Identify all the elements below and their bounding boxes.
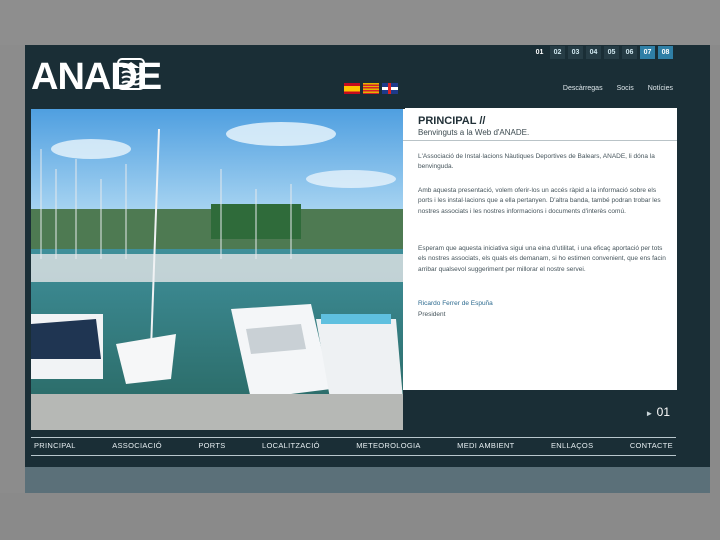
page-link-07[interactable]: 07 (640, 46, 655, 59)
nav-top-rule (31, 437, 676, 438)
main-nav: PRINCIPAL ASSOCIACIÓ PORTS LOCALITZACIÓ … (31, 441, 676, 450)
hope-paragraph: Esperam que aquesta iniciativa sigui una… (418, 245, 666, 273)
top-nav: Descàrregas Socis Notícies (563, 85, 673, 92)
page-link-01[interactable]: 01 (532, 46, 547, 59)
intro-paragraph: L'Associació de Instal·lacions Nàutiques… (418, 153, 655, 171)
flag-catalonia-icon[interactable] (363, 83, 379, 94)
nav-meteorologia[interactable]: METEOROLOGIA (353, 441, 423, 450)
nav-noticies-link[interactable]: Notícies (648, 85, 673, 92)
signature-role: President (418, 311, 446, 318)
slide-pager: ► 01 (403, 390, 677, 430)
website-footer-band (25, 467, 710, 493)
page-link-05[interactable]: 05 (604, 46, 619, 59)
page-link-04[interactable]: 04 (586, 46, 601, 59)
nav-descarregas-link[interactable]: Descàrregas (563, 85, 603, 92)
pager-current[interactable]: ► 01 (645, 405, 670, 419)
page-link-03[interactable]: 03 (568, 46, 583, 59)
page-number-nav: 01 02 03 04 05 06 07 08 (532, 46, 673, 59)
signature-name-link[interactable]: Ricardo Ferrer de Espuña (418, 300, 493, 307)
nav-principal[interactable]: PRINCIPAL (31, 441, 79, 450)
nav-associacio[interactable]: ASSOCIACIÓ (109, 441, 165, 450)
arrow-right-icon: ► (645, 409, 654, 418)
welcome-subtitle: Benvinguts a la Web d'ANADE. (418, 128, 530, 137)
nav-contacte[interactable]: CONTACTE (627, 441, 676, 450)
nav-bottom-rule (31, 455, 676, 456)
page-link-06[interactable]: 06 (622, 46, 637, 59)
nav-socis-link[interactable]: Socis (617, 85, 634, 92)
flag-uk-icon[interactable] (382, 83, 398, 94)
marina-photo (31, 109, 403, 430)
nav-medi-ambient[interactable]: MEDI AMBIENT (454, 441, 517, 450)
purpose-paragraph: Amb aquesta presentació, volem oferir-lo… (418, 187, 661, 215)
nav-ports[interactable]: PORTS (195, 441, 228, 450)
slide-top-band (0, 0, 720, 45)
page-link-02[interactable]: 02 (550, 46, 565, 59)
pager-number: 01 (656, 405, 670, 419)
slide-bottom-band (0, 493, 720, 540)
flag-spain-icon[interactable] (344, 83, 360, 94)
anade-emblem-icon (117, 58, 145, 90)
language-selector (344, 83, 398, 94)
header-divider (403, 140, 677, 141)
page-title: PRINCIPAL // (418, 115, 486, 127)
slide-right-margin (710, 45, 720, 493)
nav-enllacos[interactable]: ENLLAÇOS (548, 441, 596, 450)
page-link-08[interactable]: 08 (658, 46, 673, 59)
nav-localitzacio[interactable]: LOCALITZACIÓ (259, 441, 323, 450)
